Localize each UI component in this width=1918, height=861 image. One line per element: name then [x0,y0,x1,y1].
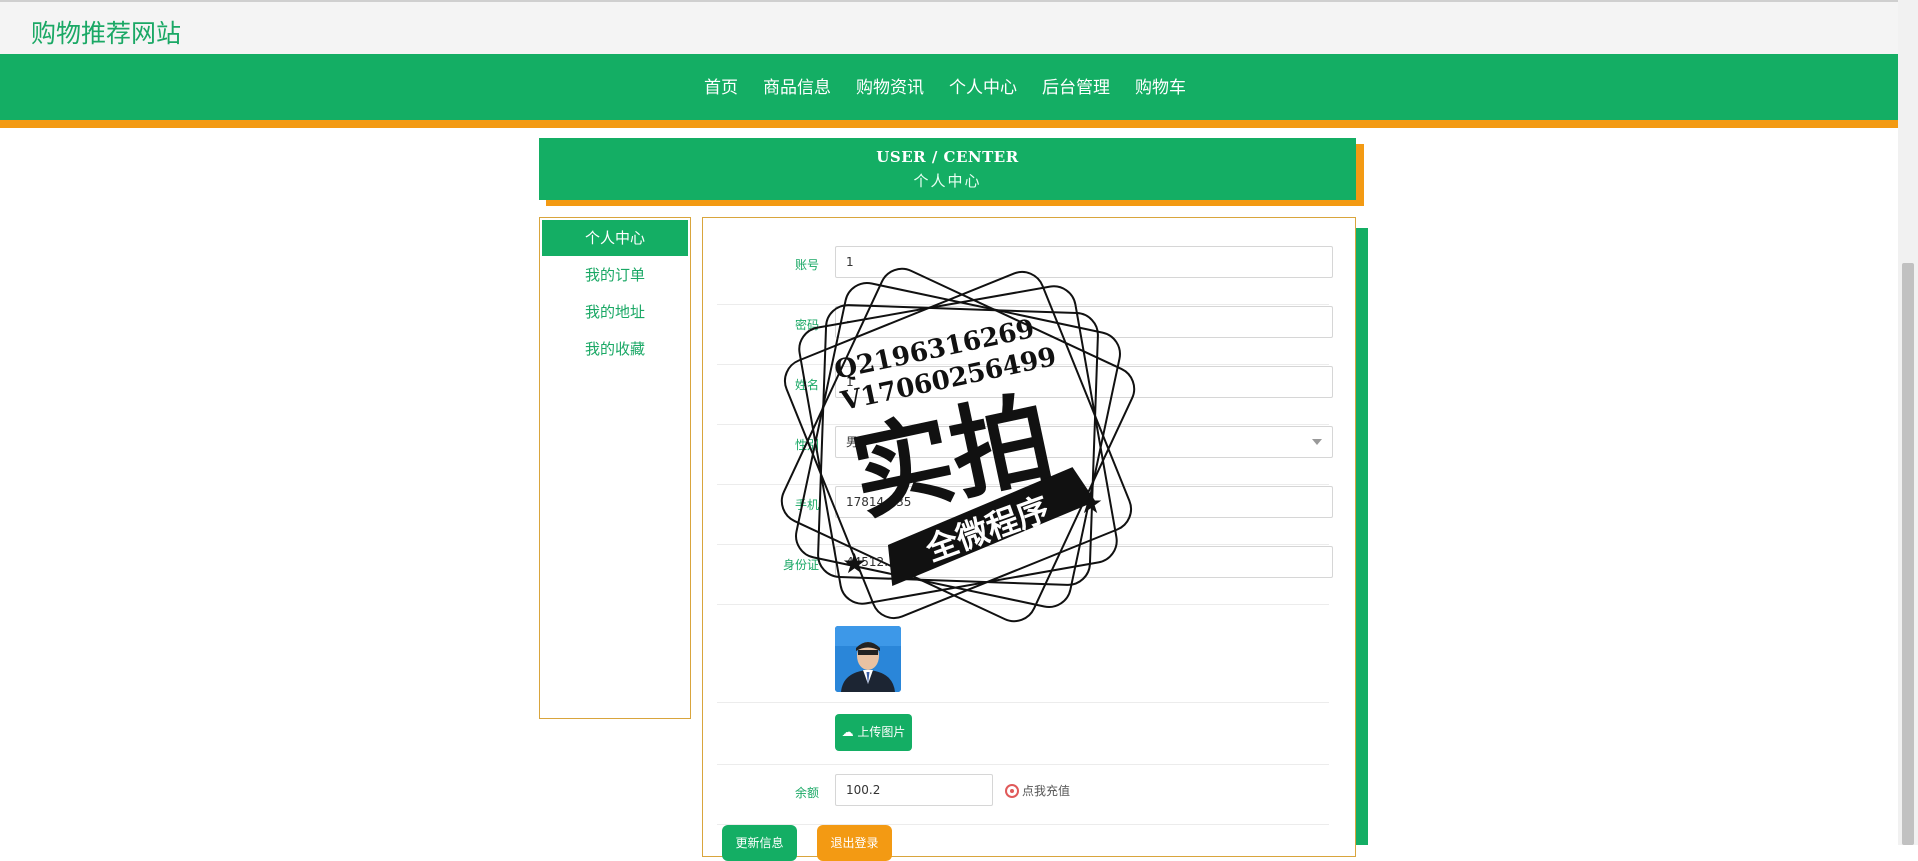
upload-image-button[interactable]: ☁ 上传图片 [835,714,912,751]
form-row-avatar [717,606,1329,703]
banner-title-en: USER / CENTER [876,148,1019,166]
section-banner: USER / CENTER 个人中心 [539,138,1356,200]
main-nav: 首页 商品信息 购物资讯 个人中心 后台管理 购物车 [0,54,1898,128]
update-info-button[interactable]: 更新信息 [722,825,797,861]
nav-item-news[interactable]: 购物资讯 [856,73,924,98]
name-input[interactable]: 1 [835,366,1333,398]
form-row-upload: ☁ 上传图片 [717,704,1329,765]
avatar [835,626,901,692]
recharge-label: 点我充值 [1022,784,1071,798]
form-row-id-card: 身份证 44512…595… [717,546,1333,605]
phone-input[interactable]: 17814…35 [835,486,1333,518]
gender-label: 性别 [794,438,819,452]
balance-input[interactable]: 100.2 [835,774,993,806]
nav-item-user-center[interactable]: 个人中心 [949,73,1017,98]
nav-item-admin[interactable]: 后台管理 [1042,73,1110,98]
id-card-label: 身份证 [782,558,819,572]
password-label: 密码 [794,318,819,332]
page-scrollbar[interactable] [1898,0,1918,845]
top-bar: 购物推荐网站 [0,0,1898,54]
person-photo-icon [835,626,901,692]
logout-button[interactable]: 退出登录 [817,825,892,861]
account-input[interactable]: 1 [835,246,1333,278]
form-row-password: 密码 · [717,306,1333,365]
profile-form: 账号 1 密码 · 姓名 1 性别 男 手机 17814…35 身份证 4451… [702,217,1356,857]
scrollbar-thumb[interactable] [1902,263,1914,845]
sidebar-item-address[interactable]: 我的地址 [540,294,690,330]
nav-item-home[interactable]: 首页 [704,73,738,98]
sidebar-item-user-center[interactable]: 个人中心 [542,220,688,256]
nav-item-cart[interactable]: 购物车 [1135,73,1186,98]
name-label: 姓名 [794,378,819,392]
site-title[interactable]: 购物推荐网站 [31,14,181,50]
nav-items: 首页 商品信息 购物资讯 个人中心 后台管理 购物车 [704,73,1186,98]
gender-select[interactable]: 男 [835,426,1333,458]
sidebar-item-orders[interactable]: 我的订单 [540,257,690,293]
form-row-gender: 性别 男 [717,426,1333,485]
recharge-icon [1005,784,1019,798]
cloud-upload-icon: ☁ [841,725,854,739]
form-shadow [1354,228,1368,845]
form-row-account: 账号 1 [717,246,1333,305]
recharge-link[interactable]: 点我充值 [1005,782,1070,799]
form-row-phone: 手机 17814…35 [717,486,1333,545]
gender-value: 男 [846,435,859,449]
phone-label: 手机 [794,498,819,512]
banner-title-cn: 个人中心 [913,172,982,190]
form-row-name: 姓名 1 [717,366,1333,425]
password-input[interactable]: · [835,306,1333,338]
form-row-balance: 余额 100.2 点我充值 [717,766,1329,825]
upload-button-label: 上传图片 [857,725,906,739]
user-sidebar: 个人中心 我的订单 我的地址 我的收藏 [539,217,691,719]
id-card-input[interactable]: 44512…595… [835,546,1333,578]
balance-label: 余额 [794,786,819,800]
sidebar-item-favorites[interactable]: 我的收藏 [540,331,690,367]
nav-item-products[interactable]: 商品信息 [763,73,831,98]
chevron-down-icon [1312,439,1322,445]
account-label: 账号 [794,258,819,272]
